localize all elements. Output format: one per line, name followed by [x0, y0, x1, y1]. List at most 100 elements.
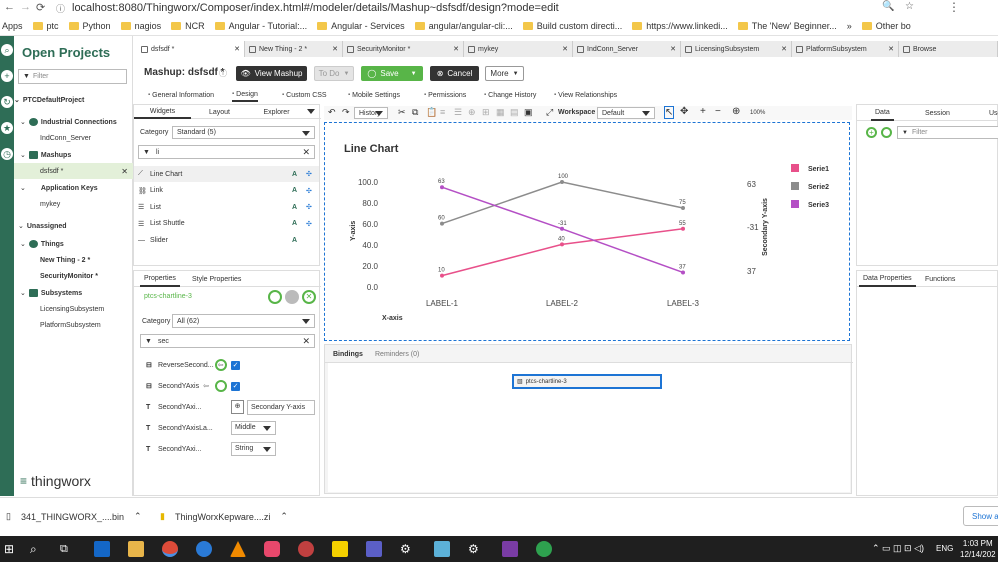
bindings-tab[interactable]: Bindings — [329, 345, 367, 363]
tab-item[interactable]: LicensingSubsystem ✕ — [681, 41, 792, 57]
chrome-icon[interactable] — [162, 541, 178, 557]
tree-item[interactable]: ⌄ Things — [14, 236, 133, 252]
property-select[interactable]: String — [231, 442, 276, 456]
add-icon[interactable]: + — [866, 127, 877, 138]
bookmark-item[interactable]: Angular - Tutorial:... — [214, 21, 307, 31]
tab-item[interactable]: New Thing - 2 * ✕ — [245, 41, 343, 57]
widget-list-item[interactable]: ⛓ Link A ✣ — [134, 183, 319, 199]
import-icon[interactable]: ↻ — [1, 96, 13, 108]
pointer-icon[interactable]: ↖ — [664, 106, 675, 119]
back-icon[interactable]: ← — [4, 1, 15, 13]
layers-icon[interactable]: ▤ — [510, 107, 519, 118]
zoom-out-icon[interactable]: − — [715, 106, 721, 117]
bookmark-item[interactable]: Python — [68, 21, 111, 31]
subtab-item[interactable]: ▪ Custom CSS — [282, 88, 327, 102]
tree-item[interactable]: LicensingSubsystem — [14, 301, 133, 317]
tree-item[interactable]: PlatformSubsystem — [14, 317, 133, 333]
settings-icon[interactable]: ⚙ — [400, 541, 416, 557]
collapse-icon[interactable]: ⌄ — [20, 151, 26, 159]
info-icon[interactable]: ⓘ — [56, 2, 65, 15]
collapse-icon[interactable]: ⌄ — [20, 289, 26, 297]
collapse-icon[interactable]: ⌄ — [18, 222, 24, 230]
property-checkbox[interactable]: ✓ — [231, 360, 240, 370]
app-icon[interactable] — [536, 541, 552, 557]
move-icon[interactable]: ✣ — [306, 170, 312, 178]
widget-list-item[interactable]: ⟋ Line Chart A ✣ — [134, 166, 319, 182]
distribute-icon[interactable]: ☰ — [454, 107, 462, 118]
bookmark-item[interactable]: Build custom directi... — [522, 21, 622, 31]
close-icon[interactable]: ✕ — [453, 45, 459, 53]
windows-icon[interactable]: ⊞ — [4, 541, 20, 557]
cut-icon[interactable]: ✂ — [398, 107, 406, 118]
data-filter-input[interactable]: ▼ Filter — [897, 126, 998, 139]
close-icon[interactable]: ✕ — [332, 45, 338, 53]
history-dropdown[interactable]: History — [354, 107, 388, 119]
properties-tab[interactable]: Style Properties — [188, 271, 245, 287]
data-tab[interactable]: Data — [871, 105, 894, 121]
widget-list-item[interactable]: ☰ List Shuttle A ✣ — [134, 216, 319, 232]
bookmark-item[interactable]: Angular - Services — [317, 21, 405, 31]
widgets-tab[interactable]: Explorer — [248, 105, 305, 119]
widgets-tab[interactable]: Widgets — [134, 105, 191, 119]
search-icon[interactable]: 🔍 — [882, 1, 894, 12]
refresh-icon[interactable] — [215, 359, 227, 371]
reload-icon[interactable]: ⟳ — [36, 1, 45, 14]
chevron-up-icon[interactable]: ⌃ — [280, 511, 288, 522]
data-point[interactable] — [560, 242, 564, 247]
chart-widget[interactable]: Line Chart 100.0 80.0 60.0 40.0 20.0 0.0 Y-axis… — [324, 122, 850, 341]
clear-icon[interactable]: ✕ — [302, 336, 310, 347]
data-point[interactable] — [681, 270, 685, 275]
data-point[interactable] — [440, 221, 444, 226]
slack-icon[interactable] — [264, 541, 280, 557]
tab-item[interactable]: SecurityMonitor * ✕ — [343, 41, 464, 57]
widget-search-input[interactable]: ▼ li ✕ — [138, 145, 315, 159]
view-mashup-button[interactable]: 👁 View Mashup — [236, 66, 307, 81]
cancel-button[interactable]: ⊗ Cancel — [430, 66, 479, 81]
move-icon[interactable]: ✣ — [306, 203, 312, 211]
tab-item[interactable]: PlatformSubsystem ✕ — [792, 41, 899, 57]
tree-item[interactable]: mykey — [14, 196, 133, 212]
data-point[interactable] — [440, 185, 444, 190]
bookmark-item[interactable]: ptc — [32, 21, 59, 31]
bookmark-item[interactable]: Other bo — [861, 21, 911, 31]
snap-icon[interactable]: ⊕ — [468, 107, 476, 118]
close-icon[interactable]: ✕ — [302, 290, 316, 304]
tab-item[interactable]: Browse — [899, 41, 998, 57]
download-item[interactable]: ▮ ThingWorxKepware....zi ⌃ — [160, 511, 288, 522]
refresh-icon[interactable] — [215, 380, 227, 392]
menu-icon[interactable]: ⋮ — [948, 0, 960, 14]
paste-icon[interactable]: 📋 — [426, 107, 437, 118]
bookmark-item[interactable]: https://www.linkedi... — [632, 21, 728, 31]
category-select[interactable]: Standard (5) — [172, 126, 315, 139]
widget-list-item[interactable]: ― Slider A — [134, 232, 319, 248]
bookmark-item[interactable]: Apps — [2, 21, 23, 31]
close-icon[interactable]: ✕ — [888, 45, 894, 53]
file-explorer-icon[interactable] — [128, 541, 144, 557]
redo-icon[interactable]: ↷ — [342, 107, 350, 118]
search-icon[interactable]: ⌕ — [30, 541, 46, 557]
teams-icon[interactable] — [366, 541, 382, 557]
subtab-item[interactable]: ▪ General Information — [148, 88, 214, 102]
bookmark-item[interactable]: The 'New' Beginner... — [737, 21, 837, 31]
close-icon[interactable]: ✕ — [562, 45, 568, 53]
layout-icon[interactable]: ▦ — [496, 107, 505, 118]
workspace-select[interactable]: Default — [597, 107, 655, 119]
tree-item[interactable]: ⌄ Subsystems — [14, 285, 133, 301]
zoom-fit-icon[interactable]: ⊕ — [732, 106, 740, 117]
data-point[interactable] — [560, 180, 564, 184]
tree-item[interactable]: New Thing - 2 * — [14, 252, 133, 268]
subtab-item[interactable]: ▪ Change History — [484, 88, 536, 102]
task-view-icon[interactable]: ⧉ — [60, 541, 76, 557]
data-properties-tab[interactable]: Data Properties — [859, 271, 916, 287]
transform-icon[interactable]: ⤢ — [546, 107, 553, 118]
more-button[interactable]: More ▼ — [485, 66, 524, 81]
data-properties-tab[interactable]: Functions — [921, 271, 959, 287]
star-icon[interactable]: ☆ — [905, 1, 914, 12]
share-icon[interactable] — [268, 290, 282, 304]
tree-item[interactable]: ⌄ Application Keys — [14, 180, 133, 196]
chevron-up-icon[interactable]: ⌃ — [134, 511, 142, 522]
app-icon[interactable] — [434, 541, 450, 557]
move-icon[interactable]: ✥ — [680, 106, 688, 117]
show-all-button[interactable]: Show a — [963, 506, 998, 526]
edge-icon[interactable] — [196, 541, 212, 557]
